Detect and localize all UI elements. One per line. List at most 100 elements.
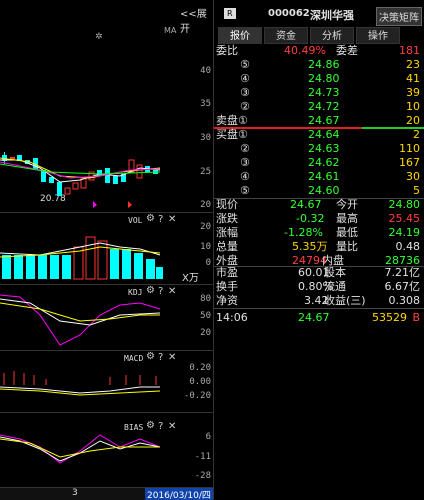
sell-level-price: 24.73: [308, 86, 340, 99]
float-value: 6.67亿: [384, 280, 421, 293]
bias-tick-neg11: -11: [194, 452, 211, 462]
buy-level-label: ⑤: [240, 184, 250, 197]
tick-list-area[interactable]: [214, 326, 424, 500]
order-ratio-value: 40.49%: [284, 44, 326, 57]
sell-level-qty: 41: [406, 72, 420, 85]
sell-level-label: ④: [240, 72, 250, 85]
macd-tick-000: 0.00: [189, 377, 211, 387]
current-price-label: 现价: [216, 198, 238, 211]
float-label: 流通: [324, 280, 346, 293]
change-pct-value: -1.28%: [284, 226, 323, 239]
low-label: 最低: [336, 226, 358, 239]
sell-level-label: ⑤: [240, 58, 250, 71]
price-tick-20: 20: [200, 200, 211, 210]
sell-level-row: ⑤ 24.86 23: [214, 58, 424, 72]
volume-ratio-label: 量比: [336, 240, 358, 253]
buy-level-row: ② 24.63 110: [214, 142, 424, 156]
kdj-lines: [0, 294, 161, 346]
macd-tick-020: 0.20: [189, 363, 211, 373]
date-axis-bar: 3 2016/03/10/四: [0, 487, 213, 500]
buy-level-label: ②: [240, 142, 250, 155]
order-diff-value: 181: [399, 44, 420, 57]
tab-operate[interactable]: 操作: [356, 27, 400, 44]
stock-name: 深圳华强: [310, 9, 354, 22]
sell-level-qty: 39: [406, 86, 420, 99]
sell-level-price: 24.67: [308, 114, 340, 127]
stats-row: 现价 24.67 今开 24.80: [214, 198, 424, 212]
quote-header: R 000062 深圳华强 决策矩阵: [214, 0, 424, 26]
buy-level-label: ③: [240, 156, 250, 169]
buy-level-label: 买盘①: [216, 128, 248, 141]
tab-analysis[interactable]: 分析: [310, 27, 354, 44]
tab-funds[interactable]: 资金: [264, 27, 308, 44]
macd-pane[interactable]: MACD ⚙ ? ✕ 0.20 0.00 -0.20: [0, 350, 213, 412]
earnings-label: 收益(三): [324, 294, 366, 307]
cursor-date: 2016/03/10/四: [145, 488, 213, 500]
sell-level-price: 24.72: [308, 100, 340, 113]
turnover-label: 换手: [216, 280, 238, 293]
quote-panel: R 000062 深圳华强 决策矩阵 报价 资金 分析 操作 委比 40.49%…: [214, 0, 424, 500]
open-value: 24.80: [388, 198, 421, 211]
high-value: 25.45: [388, 212, 421, 225]
bias-lines: [0, 434, 161, 464]
volume-unit: X万: [182, 273, 199, 284]
macd-tick-neg020: -0.20: [183, 391, 211, 401]
buy-level-row: ③ 24.62 167: [214, 156, 424, 170]
buy-level-label: ④: [240, 170, 250, 183]
pe-label: 市盈: [216, 266, 238, 279]
bias-tick-6: 6: [205, 432, 211, 442]
sell-level-row: ④ 24.80 41: [214, 72, 424, 86]
sell-level-label: ③: [240, 86, 250, 99]
change-label: 涨跌: [216, 212, 238, 225]
current-price-value: 24.67: [290, 198, 322, 211]
sell-level-price: 24.80: [308, 72, 340, 85]
high-label: 最高: [336, 212, 358, 225]
bias-pane[interactable]: BIAS ⚙ ? ✕ 6 -11 -28: [0, 412, 213, 484]
volume-label-text: 总量: [216, 240, 238, 253]
buy-level-qty: 167: [399, 156, 420, 169]
tick-time: 14:06: [216, 311, 248, 324]
stats-row: 净资 3.42 收益(三) 0.308: [214, 294, 424, 308]
vol-tick-0: 0: [205, 258, 211, 268]
price-tick-35: 35: [200, 99, 211, 109]
order-diff-label: 委差: [336, 44, 358, 57]
macd-histogram: [0, 371, 161, 396]
share-capital-label: 股本: [324, 266, 346, 279]
chart-area[interactable]: <<展开 MA ✲ 40 35 30 25 20 20.78 VOL ⚙ ? ✕…: [0, 0, 213, 500]
stock-code: 000062: [268, 8, 310, 19]
buy-level-price: 24.61: [308, 170, 340, 183]
tick-row: 14:06 24.67 53529 B: [214, 311, 424, 325]
kdj-tick-50: 50: [200, 311, 211, 321]
tick-volume: 53529: [372, 311, 407, 324]
quote-tabs: 报价 资金 分析 操作: [214, 27, 424, 44]
buy-level-price: 24.64: [308, 128, 340, 141]
price-tick-25: 25: [200, 167, 211, 177]
price-pane[interactable]: <<展开 MA ✲ 40 35 30 25 20 20.78: [0, 0, 213, 210]
vol-tick-20: 20: [200, 222, 211, 232]
buy-level-row: ⑤ 24.60 5: [214, 184, 424, 198]
price-tick-40: 40: [200, 66, 211, 76]
sell-level-row: 卖盘① 24.67 20: [214, 114, 424, 128]
volume-bars: [0, 236, 163, 280]
share-capital-value: 7.21亿: [384, 266, 421, 279]
price-tick-30: 30: [200, 133, 211, 143]
page-number: 3: [72, 488, 78, 498]
stats-row: 换手 0.80% 流通 6.67亿: [214, 280, 424, 294]
tick-price: 24.67: [298, 311, 330, 324]
sell-level-row: ③ 24.73 39: [214, 86, 424, 100]
vol-tick-10: 10: [200, 242, 211, 252]
change-value: -0.32: [296, 212, 325, 225]
volume-pane[interactable]: VOL ⚙ ? ✕ 20 10 0 X万: [0, 212, 213, 284]
tab-quote[interactable]: 报价: [218, 27, 262, 44]
low-value: 24.19: [388, 226, 421, 239]
open-label: 今开: [336, 198, 358, 211]
stats-row: 涨跌 -0.32 最高 25.45: [214, 212, 424, 226]
kdj-pane[interactable]: KDJ ⚙ ? ✕ 80 50 20: [0, 284, 213, 354]
stats-row: 涨幅 -1.28% 最低 24.19: [214, 226, 424, 240]
decision-matrix-button[interactable]: 决策矩阵: [376, 7, 422, 26]
sell-level-label: 卖盘①: [216, 114, 248, 127]
net-asset-label: 净资: [216, 294, 238, 307]
r-badge[interactable]: R: [224, 8, 236, 19]
order-ratio-label: 委比: [216, 44, 238, 57]
kdj-tick-80: 80: [200, 294, 211, 304]
